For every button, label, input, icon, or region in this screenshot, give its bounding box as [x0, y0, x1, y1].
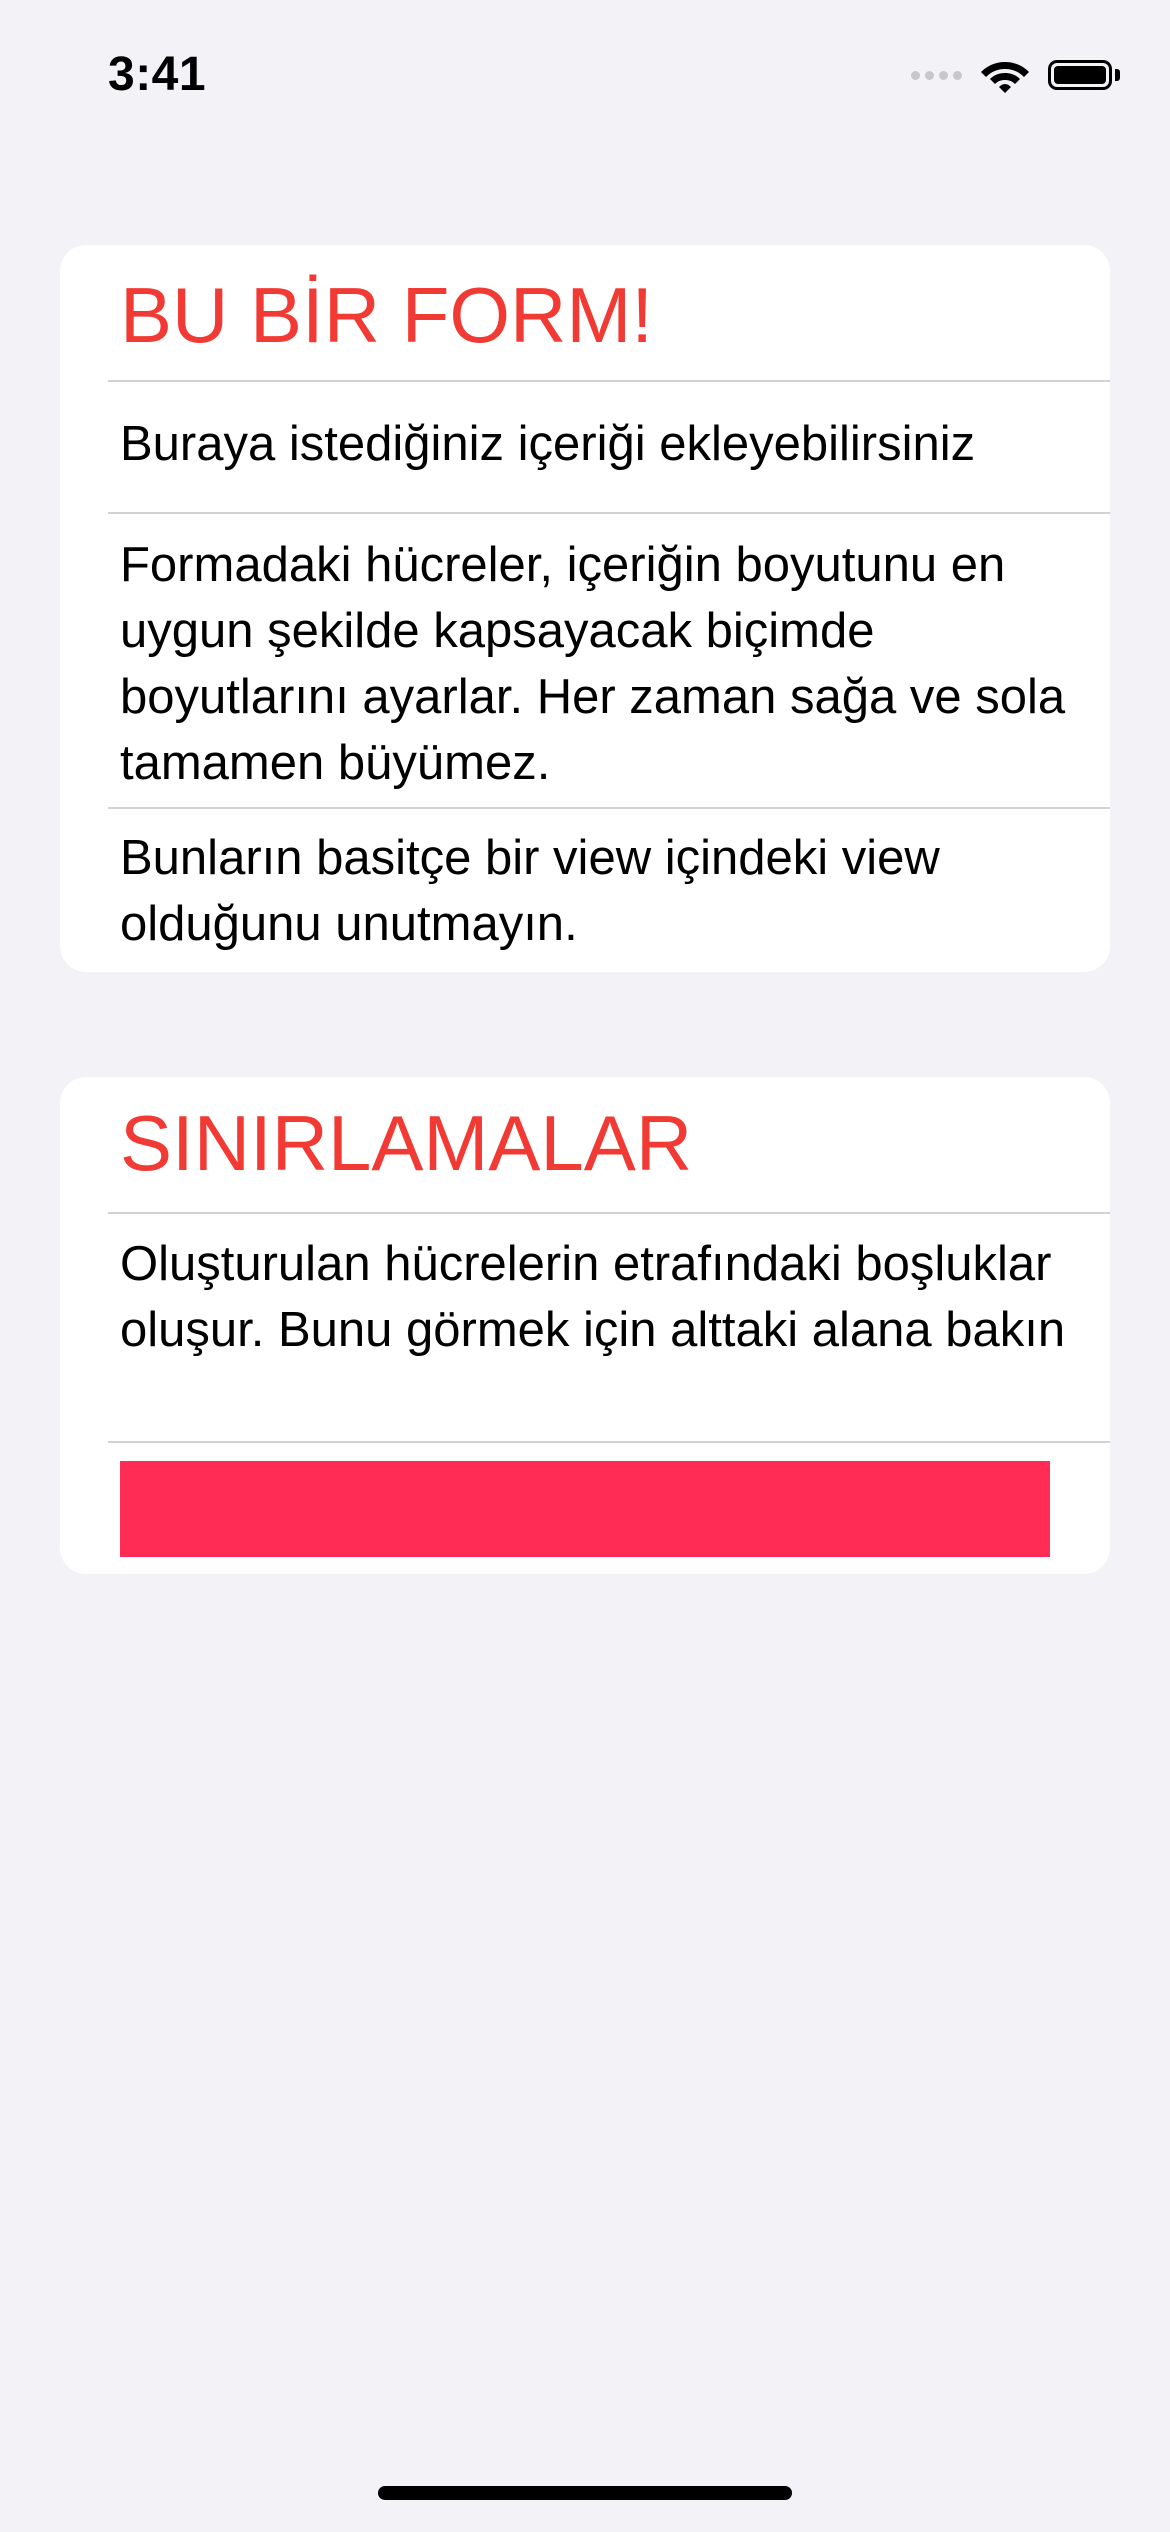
form-row-text: Buraya istediğiniz içeriği ekleyebilirsi… — [120, 417, 976, 471]
row-separator — [108, 807, 1110, 809]
status-time: 3:41 — [108, 48, 207, 101]
row-separator — [108, 1212, 1110, 1214]
form-row-text: Bunların basitçe bir view içindeki view … — [120, 831, 940, 951]
signal-icon — [911, 70, 962, 80]
section-title: BU BİR FORM! — [120, 271, 654, 359]
home-indicator[interactable] — [378, 2486, 792, 2500]
form-section-1: BU BİR FORM! Buraya istediğiniz içeriği … — [60, 245, 1110, 972]
battery-icon — [1048, 60, 1120, 90]
form-section-2: SINIRLAMALAR Oluşturulan hücrelerin etra… — [60, 1077, 1110, 1574]
row-separator — [108, 380, 1110, 382]
wifi-icon — [981, 62, 1029, 93]
section-title: SINIRLAMALAR — [120, 1099, 693, 1187]
row-separator — [108, 1441, 1110, 1443]
form-row-text: Formadaki hücreler, içeriğin boyutunu en… — [120, 538, 1066, 790]
pink-color-box — [120, 1461, 1050, 1557]
row-separator — [108, 512, 1110, 514]
status-icons — [911, 52, 1120, 98]
form-row-text: Oluşturulan hücrelerin etrafındaki boşlu… — [120, 1237, 1066, 1357]
